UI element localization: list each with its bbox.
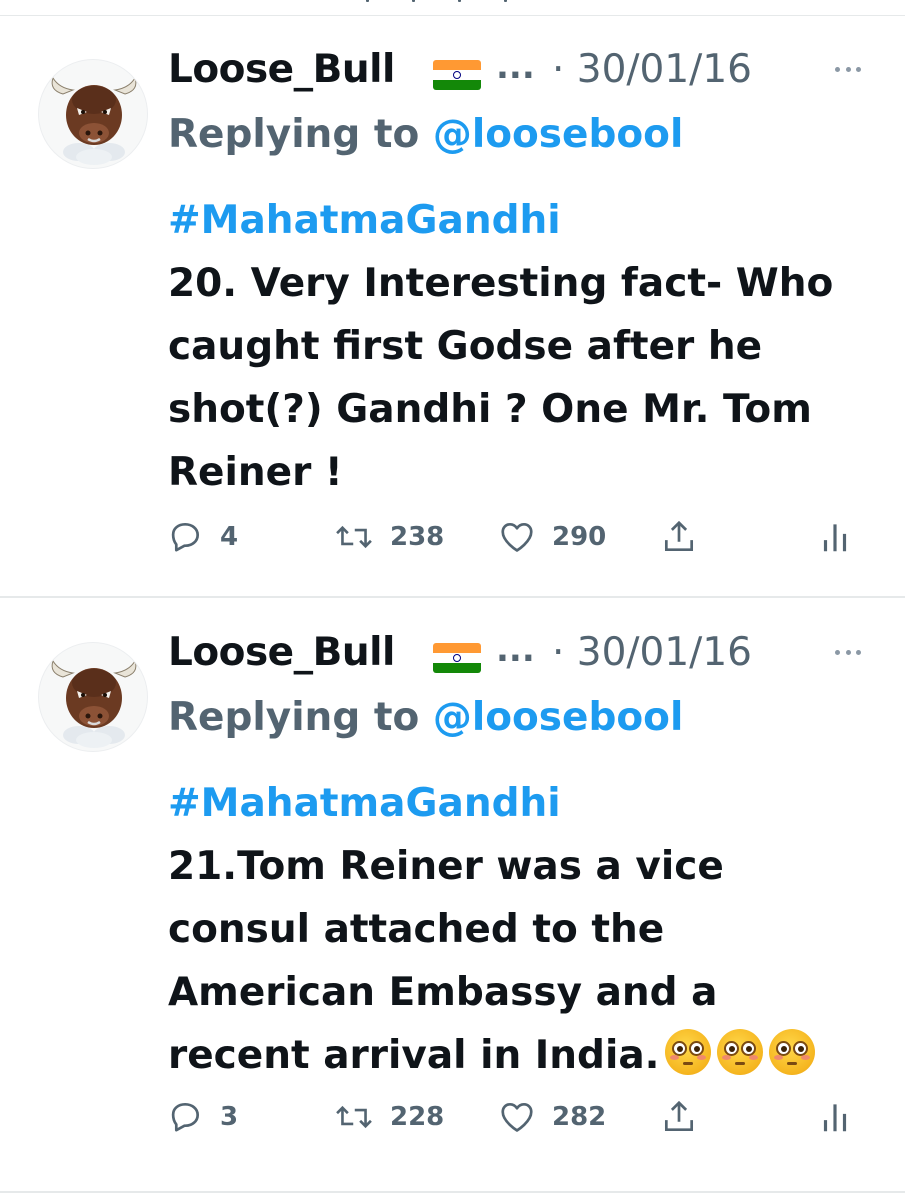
india-flag-icon [433,643,481,673]
replying-to-label: Replying to [168,112,433,157]
author-name[interactable]: Loose_Bull [168,630,395,675]
like-button[interactable]: 290 [498,517,606,557]
clipped-text-fragment [360,0,520,4]
india-flag-icon [433,60,481,90]
previous-tweet-edge [0,0,905,16]
retweet-count: 238 [390,522,445,552]
flushed-face-icon [769,1029,816,1075]
replying-to: Replying to @loosebool [168,695,683,740]
analytics-button[interactable] [818,1097,852,1137]
like-count: 290 [552,522,607,552]
share-icon [664,520,694,552]
share-button[interactable] [660,1097,698,1137]
share-button[interactable] [660,517,698,557]
retweet-icon [336,1105,372,1129]
avatar[interactable] [38,59,148,169]
like-button[interactable]: 282 [498,1097,606,1137]
author-name[interactable]: Loose_Bull [168,47,395,92]
retweet-button[interactable]: 238 [334,517,444,557]
tweet-text-line: Reiner ! [168,450,343,495]
tweet-card[interactable]: Loose_Bull ... · 30/01/16 Replying to @l… [0,600,905,1193]
share-icon [664,1100,694,1132]
tweet-body: #MahatmaGandhi 21.Tom Reiner was a vice … [168,772,878,1087]
name-truncation: ... [496,47,535,87]
tweet-header: Loose_Bull ... · 30/01/16 [168,630,868,686]
reply-count: 3 [220,1102,239,1132]
bull-avatar-icon [51,659,137,748]
reply-count: 4 [220,522,239,552]
heart-icon [501,1102,533,1132]
tweet-header: Loose_Bull ... · 30/01/16 [168,47,868,103]
tweet-actions: 4 238 290 [166,517,856,557]
tweet-actions: 3 228 282 [166,1097,856,1137]
retweet-button[interactable]: 228 [334,1097,444,1137]
more-options-icon[interactable] [831,52,865,86]
tweet-text-line: 20. Very Interesting fact- Who [168,261,834,306]
analytics-icon [823,524,847,552]
flushed-face-icon [665,1029,712,1075]
heart-icon [501,522,533,552]
hashtag-link[interactable]: #MahatmaGandhi [168,772,878,835]
tweet-text-line: consul attached to the [168,907,665,952]
analytics-icon [823,1104,847,1132]
analytics-button[interactable] [818,517,852,557]
tweet-card[interactable]: Loose_Bull ... · 30/01/16 Replying to @l… [0,17,905,598]
tweet-text-line: 21.Tom Reiner was a vice [168,844,724,889]
name-truncation: ... [496,630,535,670]
tweet-text-line: recent arrival in India. [168,1033,660,1078]
tweet-date[interactable]: · 30/01/16 [552,47,752,92]
more-options-icon[interactable] [831,635,865,669]
tweet-date[interactable]: · 30/01/16 [552,630,752,675]
replying-to-label: Replying to [168,695,433,740]
replying-to-handle[interactable]: @loosebool [433,112,684,157]
tweet-body: #MahatmaGandhi 20. Very Interesting fact… [168,189,878,504]
retweet-count: 228 [390,1102,445,1132]
reply-icon [171,1102,200,1132]
tweet-text-line: caught first Godse after he [168,324,763,369]
tweet-text-line: shot(?) Gandhi ? One Mr. Tom [168,387,812,432]
retweet-icon [336,525,372,549]
reply-icon [171,522,200,552]
bull-avatar-icon [51,76,137,165]
tweet-text-line-with-emoji: recent arrival in India. [168,1024,878,1087]
replying-to: Replying to @loosebool [168,112,683,157]
avatar[interactable] [38,642,148,752]
like-count: 282 [552,1102,607,1132]
tweet-thread: Loose_Bull ... · 30/01/16 Replying to @l… [0,0,905,1200]
reply-button[interactable]: 4 [166,517,238,557]
flushed-face-icon [717,1029,764,1075]
replying-to-handle[interactable]: @loosebool [433,695,684,740]
reply-button[interactable]: 3 [166,1097,238,1137]
tweet-text-line: American Embassy and a [168,970,718,1015]
hashtag-link[interactable]: #MahatmaGandhi [168,189,878,252]
